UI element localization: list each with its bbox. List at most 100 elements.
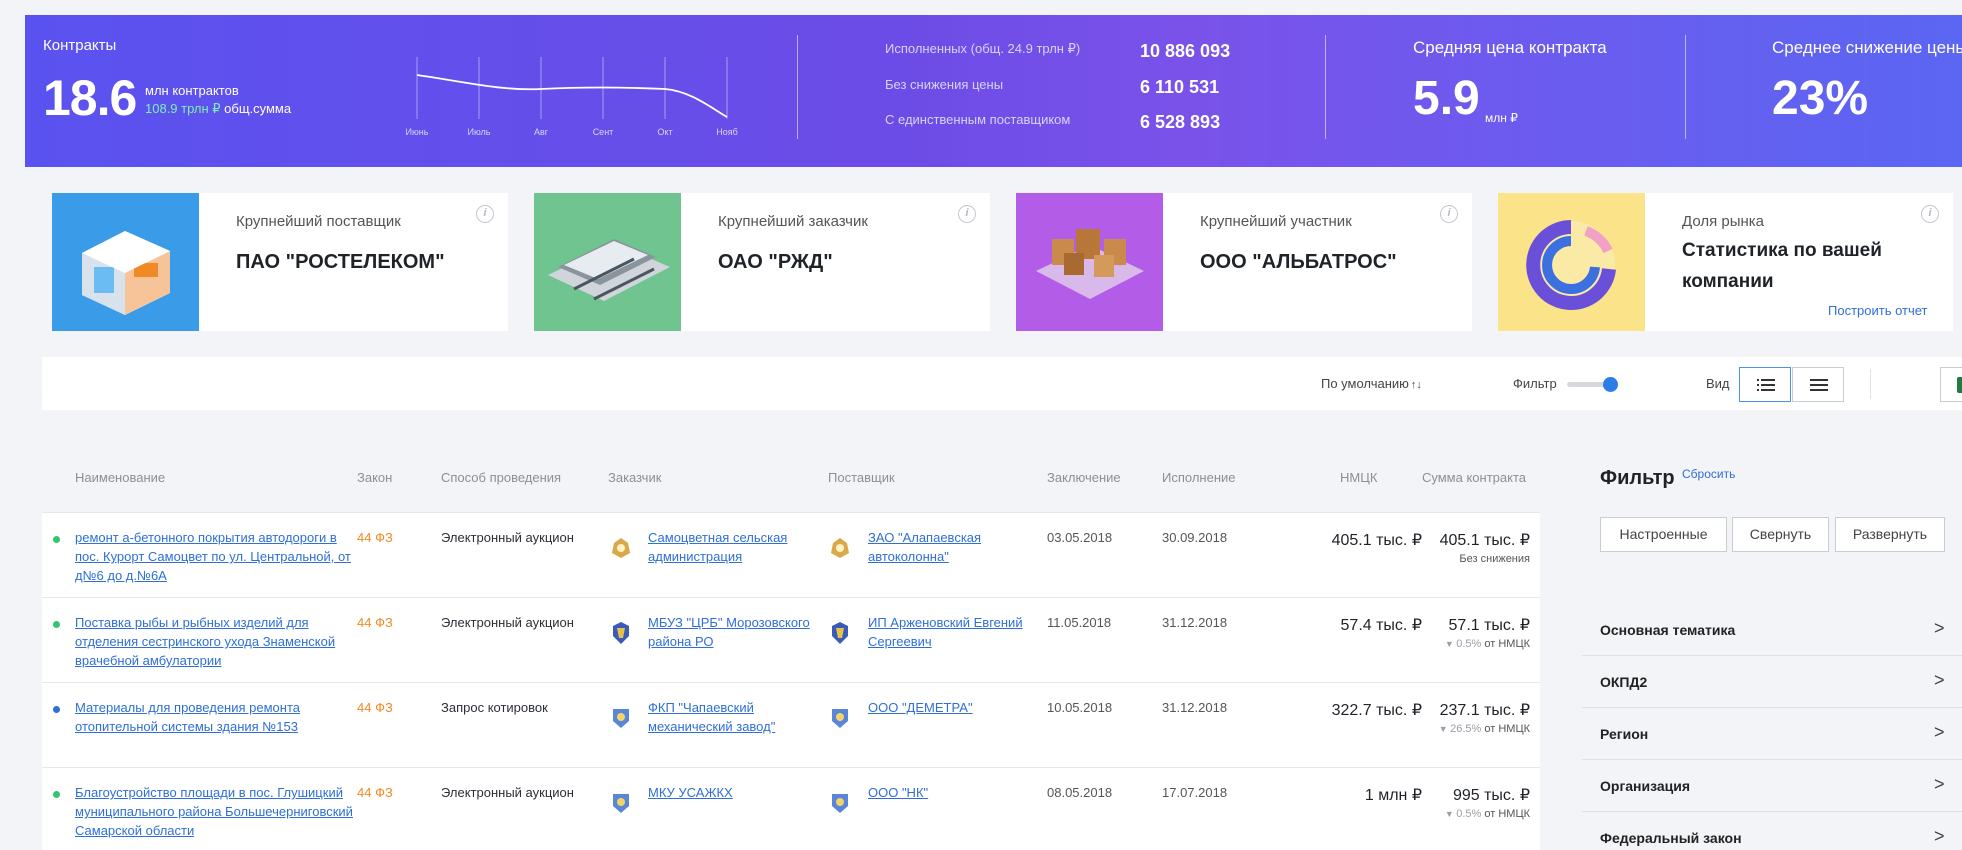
office-illustration	[52, 193, 199, 331]
executed-date: 31.12.2018	[1162, 700, 1228, 715]
method-text: Запрос котировок	[441, 700, 548, 715]
supplier-emblem-icon	[832, 709, 848, 728]
divider	[797, 35, 798, 139]
spark-month: Сент	[593, 127, 614, 137]
filter-toggle[interactable]	[1567, 377, 1618, 393]
table-row[interactable]: Благоустройство площади в пос. Глушицкий…	[42, 768, 1540, 850]
customer-link[interactable]: ФКП "Чапаевский механический завод"	[648, 698, 798, 736]
contract-sum-value: 237.1 тыс. ₽	[1439, 702, 1530, 719]
col-header-supplier[interactable]: Поставщик	[828, 470, 895, 485]
col-header-sum[interactable]: Сумма контракта	[1422, 470, 1526, 485]
method-text: Электронный аукцион	[441, 530, 574, 545]
spark-line	[416, 74, 728, 118]
filter-section-label: Организация	[1600, 778, 1691, 794]
build-report-link[interactable]: Построить отчет	[1828, 303, 1928, 318]
contract-name-link[interactable]: Материалы для проведения ремонта отопите…	[75, 698, 325, 736]
filter-reset-link[interactable]: Сбросить	[1682, 467, 1735, 481]
divider	[1685, 35, 1686, 139]
filter-expand-button[interactable]: Развернуть	[1835, 517, 1945, 552]
warehouse-illustration	[1016, 193, 1163, 331]
spark-month: Июль	[468, 127, 491, 137]
executed-date: 17.07.2018	[1162, 785, 1228, 800]
card-value[interactable]: ПАО "РОСТЕЛЕКОМ"	[236, 251, 445, 274]
col-header-executed[interactable]: Исполнение	[1162, 470, 1236, 485]
signed-date: 11.05.2018	[1047, 615, 1112, 630]
card-largest-participant[interactable]: Крупнейший участник ООО "АЛЬБАТРОС" i	[1016, 193, 1472, 331]
view-detailed-button[interactable]	[1739, 367, 1791, 402]
contract-name-link[interactable]: Поставка рыбы и рыбных изделий для отдел…	[75, 613, 355, 670]
sort-icon: ↑↓	[1410, 379, 1422, 391]
spark-month: Июнь	[406, 127, 429, 137]
filter-section-topic[interactable]: Основная тематика >	[1582, 604, 1962, 656]
stat-value: 6 110 531	[1140, 77, 1220, 97]
contract-name-link[interactable]: ремонт а-бетонного покрытия автодороги в…	[75, 528, 355, 585]
col-header-method[interactable]: Способ проведения	[441, 470, 561, 485]
customer-link[interactable]: Самоцветная сельская администрация	[648, 528, 798, 566]
filter-preset-button[interactable]: Настроенные	[1600, 517, 1727, 552]
card-value[interactable]: ООО "АЛЬБАТРОС"	[1200, 251, 1397, 274]
sort-label: По умолчанию	[1321, 376, 1409, 391]
col-header-nmck[interactable]: НМЦК	[1340, 470, 1377, 485]
customer-emblem-icon	[613, 794, 629, 813]
filter-section-okpd2[interactable]: ОКПД2 >	[1582, 656, 1962, 708]
filter-section-label: ОКПД2	[1600, 674, 1648, 690]
reduction-note: от НМЦК	[1484, 638, 1530, 650]
no-reduction-note: Без снижения	[1362, 553, 1530, 565]
info-icon[interactable]: i	[1440, 205, 1458, 223]
reduction-percent: 0.5%	[1456, 808, 1482, 820]
filter-panel: Фильтр Сбросить Настроенные Свернуть Раз…	[1582, 435, 1962, 850]
stat-value: 10 886 093	[1140, 41, 1231, 61]
signed-date: 03.05.2018	[1047, 530, 1113, 545]
info-icon[interactable]: i	[1921, 205, 1939, 223]
card-value[interactable]: ОАО "РЖД"	[718, 251, 833, 274]
export-excel-button[interactable]: x	[1940, 367, 1962, 402]
filter-section-federal-law[interactable]: Федеральный закон >	[1582, 812, 1962, 850]
supplier-link[interactable]: ООО "НК"	[868, 783, 1018, 802]
col-header-customer[interactable]: Заказчик	[608, 470, 661, 485]
table-row[interactable]: Материалы для проведения ремонта отопите…	[42, 683, 1540, 768]
supplier-emblem-icon	[832, 794, 848, 813]
chevron-right-icon: >	[1934, 722, 1945, 742]
card-title: Крупнейший заказчик	[718, 213, 868, 230]
signed-date: 10.05.2018	[1047, 700, 1113, 715]
table-row[interactable]: ремонт а-бетонного покрытия автодороги в…	[42, 513, 1540, 598]
avg-drop-label: Среднее снижение цены	[1772, 38, 1962, 57]
customer-link[interactable]: МБУЗ "ЦРБ" Морозовского района РО	[648, 613, 823, 651]
card-market-share[interactable]: Доля рынка Статистика по вашей компании …	[1498, 193, 1953, 331]
filter-section-organization[interactable]: Организация >	[1582, 760, 1962, 812]
filter-section-label: Федеральный закон	[1600, 830, 1742, 846]
supplier-link[interactable]: ЗАО "Алапаевская автоколонна"	[868, 528, 1018, 566]
law-badge: 44 ФЗ	[357, 700, 393, 715]
sort-dropdown[interactable]: По умолчанию ↑↓	[1321, 376, 1422, 391]
law-badge: 44 ФЗ	[357, 785, 393, 800]
method-text: Электронный аукцион	[441, 785, 574, 800]
col-header-signed[interactable]: Заключение	[1047, 470, 1121, 485]
contracts-unit: млн контрактов	[145, 83, 239, 98]
card-largest-customer[interactable]: Крупнейший заказчик ОАО "РЖД" i	[534, 193, 990, 331]
divider	[1870, 369, 1871, 399]
customer-link[interactable]: МКУ УСАЖКХ	[648, 783, 798, 802]
reduction-note: от НМЦК	[1484, 723, 1530, 735]
method-text: Электронный аукцион	[441, 615, 574, 630]
view-compact-button[interactable]	[1792, 367, 1844, 402]
supplier-link[interactable]: ООО "ДЕМЕТРА"	[868, 698, 1018, 717]
contract-name-link[interactable]: Благоустройство площади в пос. Глушицкий…	[75, 783, 355, 840]
col-header-law[interactable]: Закон	[357, 470, 392, 485]
table-row[interactable]: Поставка рыбы и рыбных изделий для отдел…	[42, 598, 1540, 683]
col-header-name[interactable]: Наименование	[75, 470, 165, 485]
filter-section-region[interactable]: Регион >	[1582, 708, 1962, 760]
contracts-sparkline: Июнь Июль Авг Сент Окт Нояб	[406, 57, 738, 137]
card-title: Крупнейший участник	[1200, 213, 1352, 230]
executed-date: 30.09.2018	[1162, 530, 1228, 545]
filter-collapse-button[interactable]: Свернуть	[1732, 517, 1829, 552]
info-icon[interactable]: i	[476, 205, 494, 223]
card-largest-supplier[interactable]: Крупнейший поставщик ПАО "РОСТЕЛЕКОМ" i	[52, 193, 508, 331]
supplier-link[interactable]: ИП Арженовский Евгений Сергеевич	[868, 613, 1043, 651]
stat-label: С единственным поставщиком	[885, 112, 1071, 127]
signed-date: 08.05.2018	[1047, 785, 1113, 800]
list-compact-icon	[1810, 379, 1828, 391]
spark-month: Нояб	[716, 127, 738, 137]
chevron-right-icon: >	[1934, 826, 1945, 846]
divider	[1325, 35, 1326, 139]
info-icon[interactable]: i	[958, 205, 976, 223]
